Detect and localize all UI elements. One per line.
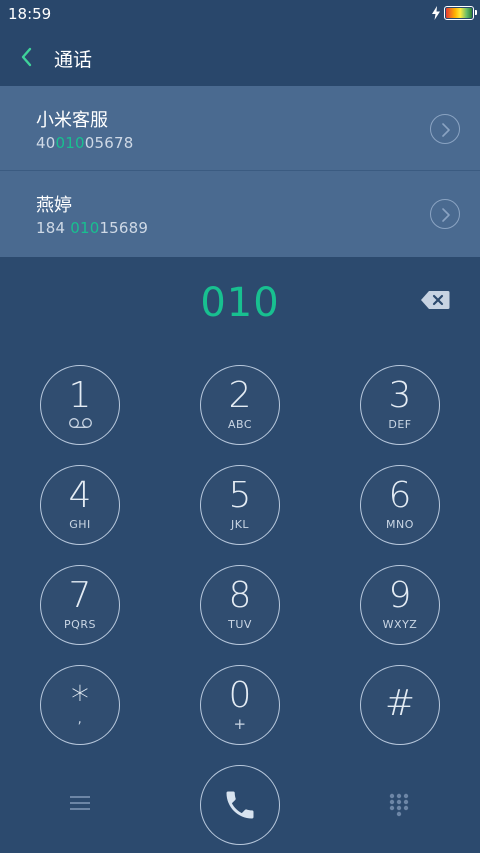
key-7[interactable]: 7 PQRS <box>40 565 120 645</box>
status-icons <box>431 6 477 20</box>
suggestion-item[interactable]: 小米客服 4001005678 <box>0 86 480 171</box>
key-hash[interactable]: # <box>360 665 440 745</box>
key-digit: 1 <box>68 375 92 416</box>
charging-bolt-icon <box>432 6 440 20</box>
contact-detail-button[interactable] <box>430 114 460 144</box>
key-digit: 4 <box>68 475 92 516</box>
contact-number: 184 01015689 <box>36 219 148 237</box>
key-letters: + <box>233 715 247 733</box>
voicemail-icon <box>69 418 92 428</box>
key-digit: 3 <box>388 375 412 416</box>
key-digit: 6 <box>388 475 412 516</box>
key-letters: GHI <box>69 518 91 531</box>
key-letters: WXYZ <box>382 618 418 631</box>
key-letters: , <box>77 712 83 727</box>
key-digit: 7 <box>68 575 92 616</box>
key-8[interactable]: 8 TUV <box>200 565 280 645</box>
key-9[interactable]: 9 WXYZ <box>360 565 440 645</box>
key-5[interactable]: 5 JKL <box>200 465 280 545</box>
number-prefix: 184 <box>36 219 71 237</box>
backspace-icon[interactable] <box>420 290 450 310</box>
key-letters: JKL <box>230 518 250 531</box>
key-digit: 9 <box>388 575 412 616</box>
contact-name: 燕婷 <box>36 195 72 216</box>
battery-icon <box>444 6 477 20</box>
key-4[interactable]: 4 GHI <box>40 465 120 545</box>
key-digit: 2 <box>228 375 252 416</box>
number-prefix: 40 <box>36 134 56 152</box>
chevron-right-icon <box>442 208 450 222</box>
key-letters: DEF <box>388 418 412 431</box>
contact-detail-button[interactable] <box>430 199 460 229</box>
key-0[interactable]: 0 + <box>200 665 280 745</box>
contact-suggestions: 小米客服 4001005678 燕婷 184 01015689 <box>0 86 480 257</box>
dialpad-icon[interactable] <box>388 792 410 818</box>
phone-icon <box>226 791 254 819</box>
bottom-bar <box>0 760 480 853</box>
key-6[interactable]: 6 MNO <box>360 465 440 545</box>
call-button[interactable] <box>200 765 280 845</box>
contact-number: 4001005678 <box>36 134 133 152</box>
key-3[interactable]: 3 DEF <box>360 365 440 445</box>
app-header: 通话 <box>0 28 480 86</box>
number-match-highlight: 010 <box>70 219 100 237</box>
contact-name: 小米客服 <box>36 110 108 131</box>
dialed-number: 010 <box>200 280 280 326</box>
key-2[interactable]: 2 ABC <box>200 365 280 445</box>
number-suffix: 05678 <box>84 134 134 152</box>
key-digit: 8 <box>228 575 252 616</box>
page-title: 通话 <box>54 49 93 71</box>
key-letters: MNO <box>386 518 414 531</box>
key-letters: ABC <box>227 418 253 431</box>
suggestion-item[interactable]: 燕婷 184 01015689 <box>0 171 480 257</box>
status-time: 18:59 <box>8 5 52 23</box>
key-star[interactable]: * , <box>40 665 120 745</box>
chevron-left-icon[interactable] <box>14 44 40 70</box>
key-letters: TUV <box>228 618 252 631</box>
key-1[interactable]: 1 <box>40 365 120 445</box>
chevron-right-icon <box>442 123 450 137</box>
number-match-highlight: 010 <box>55 134 85 152</box>
number-suffix: 15689 <box>99 219 149 237</box>
key-digit: # <box>384 683 416 724</box>
menu-icon[interactable] <box>68 793 92 813</box>
key-digit: 5 <box>228 475 252 516</box>
key-digit: 0 <box>228 675 252 716</box>
key-letters: PQRS <box>64 618 96 631</box>
status-bar: 18:59 <box>0 0 480 28</box>
